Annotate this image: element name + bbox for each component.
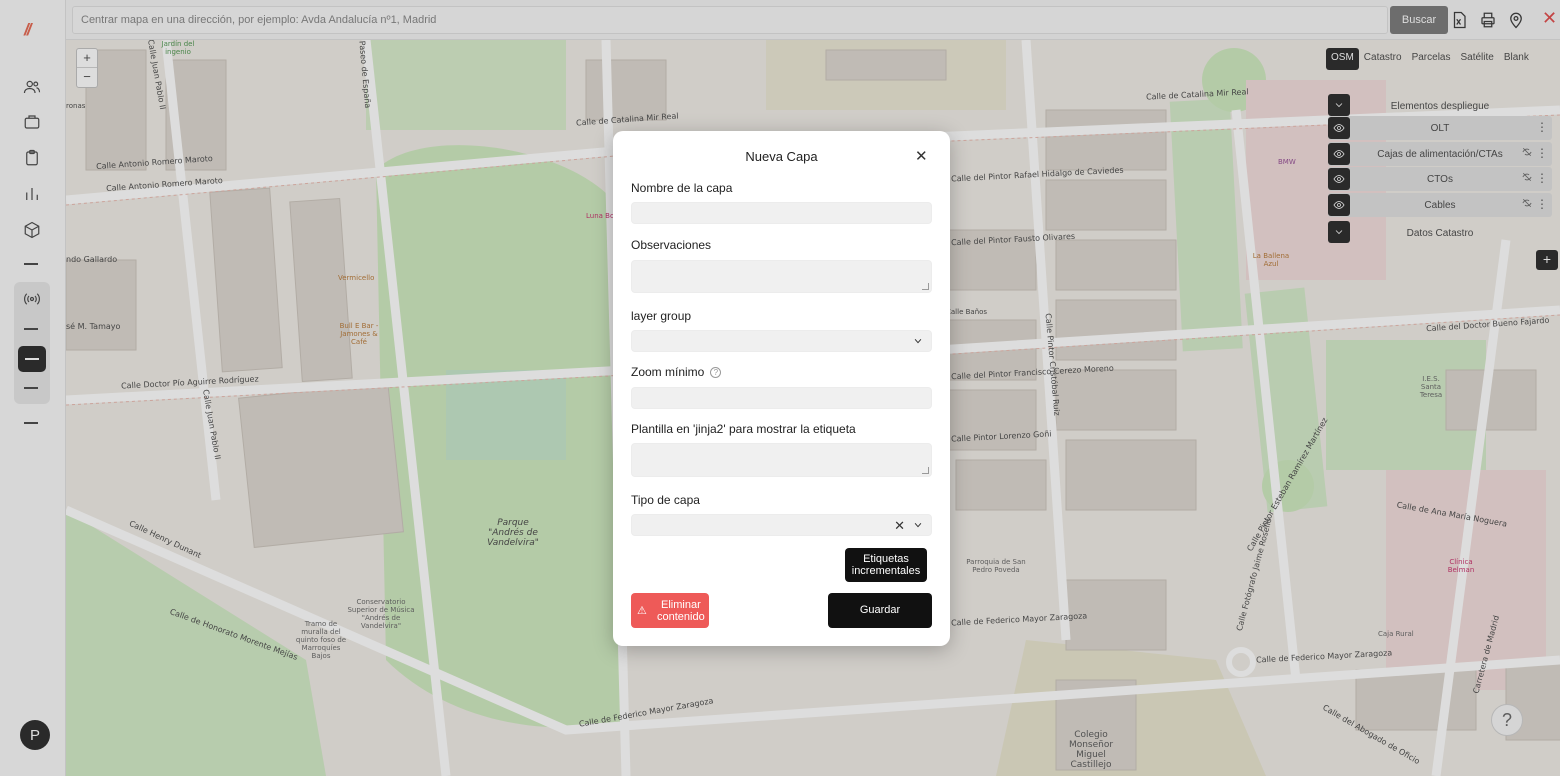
observations-label: Observaciones [631, 238, 712, 252]
chevron-down-icon [914, 339, 922, 344]
min-zoom-label: Zoom mínimo? [631, 365, 722, 379]
min-zoom-input[interactable] [631, 387, 932, 409]
observations-textarea[interactable] [631, 260, 932, 293]
clear-icon[interactable]: ✕ [894, 518, 905, 534]
resize-handle-icon[interactable] [922, 467, 929, 474]
min-zoom-label-text: Zoom mínimo [631, 365, 705, 379]
resize-handle-icon[interactable] [922, 283, 929, 290]
layer-type-select[interactable]: ✕ [631, 514, 932, 536]
template-textarea[interactable] [631, 443, 932, 477]
incremental-labels-button[interactable]: Etiquetas incrementales [845, 548, 927, 582]
layer-name-input[interactable] [631, 202, 932, 224]
delete-content-button[interactable]: ⚠ Eliminar contenido [631, 593, 709, 628]
layer-group-label: layer group [631, 309, 692, 323]
delete-content-line1: Eliminar [661, 598, 701, 611]
delete-content-line2: contenido [657, 610, 705, 623]
help-circle-icon[interactable]: ? [710, 367, 722, 378]
incremental-labels-line1: Etiquetas [863, 553, 909, 565]
template-label: Plantilla en 'jinja2' para mostrar la et… [631, 422, 856, 436]
new-layer-dialog: Nueva Capa ✕ Nombre de la capa Observaci… [613, 131, 950, 646]
close-icon[interactable]: ✕ [915, 147, 928, 165]
dialog-title: Nueva Capa [745, 149, 818, 164]
layer-name-label: Nombre de la capa [631, 181, 733, 195]
warning-icon: ⚠ [637, 605, 647, 617]
save-button[interactable]: Guardar [828, 593, 932, 628]
incremental-labels-line2: incrementales [851, 565, 921, 577]
chevron-down-icon [914, 523, 922, 528]
layer-type-label: Tipo de capa [631, 493, 700, 507]
layer-group-select[interactable] [631, 330, 932, 352]
